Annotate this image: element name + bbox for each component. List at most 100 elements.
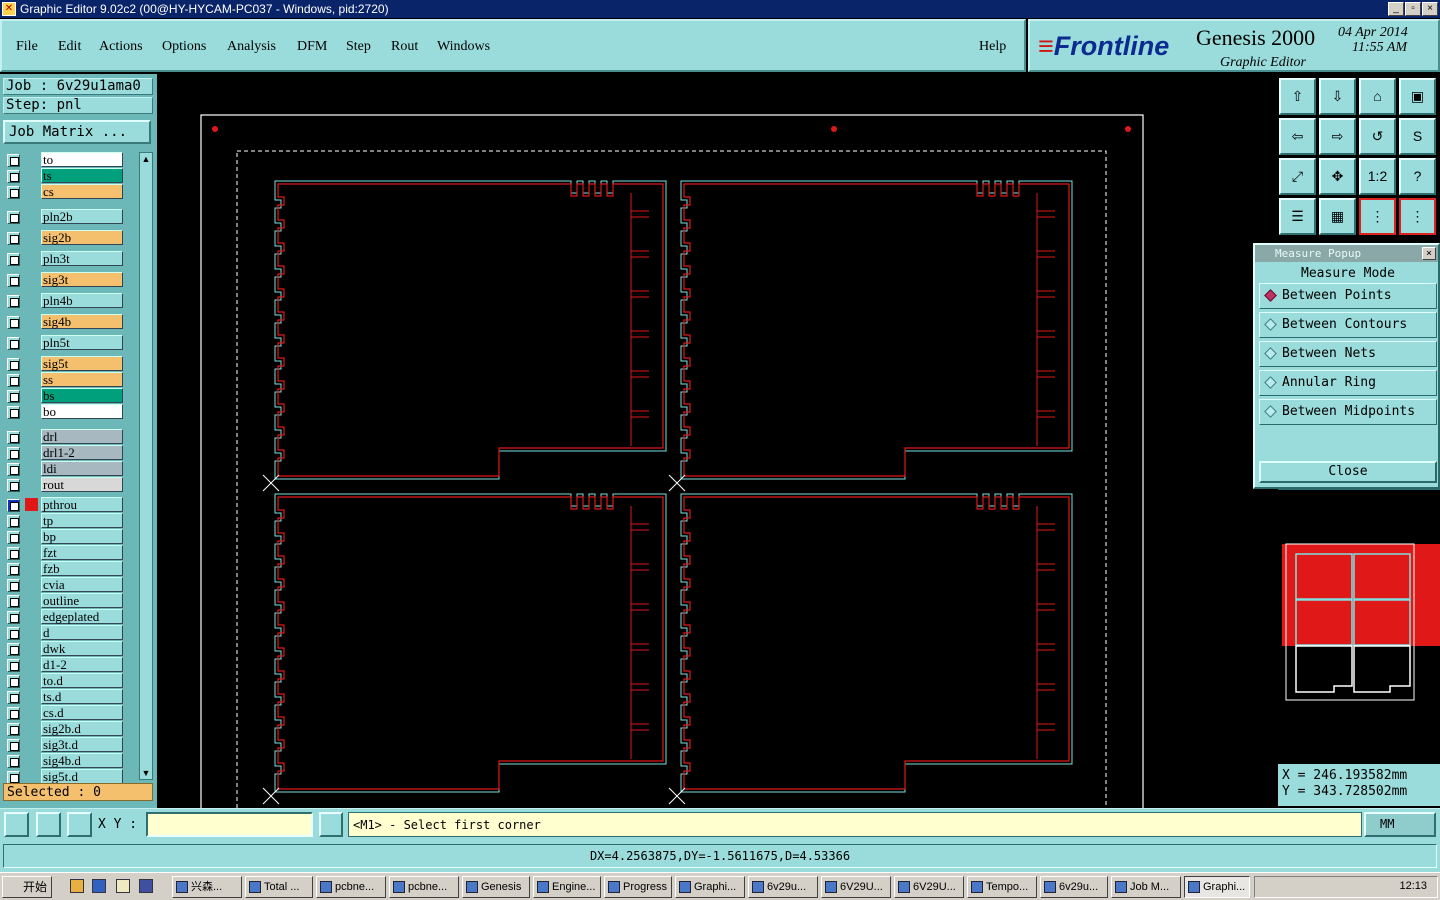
layer-checkbox[interactable]: [7, 170, 20, 183]
measure-icon[interactable]: [36, 812, 61, 837]
layer-row[interactable]: rout: [5, 477, 136, 493]
layer-checkbox[interactable]: [7, 211, 20, 224]
menu-help[interactable]: Help: [979, 39, 1006, 55]
layer-row[interactable]: cvia: [5, 577, 136, 593]
layer-name[interactable]: to: [41, 152, 123, 167]
menu-step[interactable]: Step: [346, 39, 371, 55]
measure-popup-close-icon[interactable]: ×: [1422, 247, 1436, 260]
layer-name[interactable]: drl: [41, 429, 123, 444]
layer-name[interactable]: fzb: [41, 561, 123, 576]
pan-down-icon[interactable]: ⇩: [1319, 78, 1356, 115]
layer-checkbox[interactable]: [7, 274, 20, 287]
panel-drawing[interactable]: [157, 74, 1276, 816]
layer-row[interactable]: fzb: [5, 561, 136, 577]
layer-name[interactable]: to.d: [41, 673, 123, 688]
layer-name[interactable]: ldi: [41, 461, 123, 476]
layer-row[interactable]: cs.d: [5, 705, 136, 721]
taskbar-item[interactable]: Tempo...: [967, 876, 1037, 898]
taskbar-item[interactable]: Total ...: [245, 876, 313, 898]
layer-row[interactable]: ts.d: [5, 689, 136, 705]
taskbar-item[interactable]: pcbne...: [389, 876, 459, 898]
layer-name[interactable]: ss: [41, 372, 123, 387]
layer-checkbox[interactable]: [7, 723, 20, 736]
pan-up-icon[interactable]: ⇧: [1279, 78, 1316, 115]
overview-map[interactable]: [1278, 490, 1440, 710]
menu-windows[interactable]: Windows: [437, 39, 490, 55]
quicklaunch-icon[interactable]: [116, 879, 130, 893]
taskbar-item[interactable]: Genesis: [462, 876, 530, 898]
layer-checkbox[interactable]: [7, 675, 20, 688]
layer-name[interactable]: ts: [41, 168, 123, 183]
measure-option-between-points[interactable]: Between Points: [1259, 283, 1437, 309]
layer-row[interactable]: bo: [5, 404, 136, 420]
menu-actions[interactable]: Actions: [99, 39, 143, 55]
layer-name[interactable]: sig3t: [41, 272, 123, 287]
layer-row[interactable]: fzt: [5, 545, 136, 561]
layer-checkbox[interactable]: [7, 479, 20, 492]
layer-name[interactable]: outline: [41, 593, 123, 608]
measure-option-annular-ring[interactable]: Annular Ring: [1259, 370, 1437, 396]
home-icon[interactable]: ⌂: [1359, 78, 1396, 115]
layer-checkbox[interactable]: [7, 643, 20, 656]
layer-row[interactable]: d1-2: [5, 657, 136, 673]
graphic-canvas[interactable]: [157, 74, 1276, 816]
layer-row[interactable]: edgeplated: [5, 609, 136, 625]
layer-name[interactable]: sig5t.d: [41, 769, 123, 784]
window-zoom-icon[interactable]: ▣: [1399, 78, 1436, 115]
layer-checkbox[interactable]: [7, 316, 20, 329]
layer-name[interactable]: ts.d: [41, 689, 123, 704]
info-icon[interactable]: [319, 812, 343, 837]
layer-name[interactable]: bs: [41, 388, 123, 403]
taskbar-item[interactable]: 6v29u...: [1040, 876, 1108, 898]
layer-name[interactable]: d1-2: [41, 657, 123, 672]
measure-close-button[interactable]: Close: [1259, 461, 1437, 483]
layer-name[interactable]: sig2b.d: [41, 721, 123, 736]
menu-file[interactable]: File: [16, 39, 38, 55]
taskbar-item[interactable]: 6v29u...: [748, 876, 818, 898]
layer-checkbox[interactable]: [7, 406, 20, 419]
taskbar-item[interactable]: 兴森...: [172, 876, 242, 898]
layer-snap-icon[interactable]: ⋮: [1359, 198, 1396, 235]
settings-icon[interactable]: ☰: [1279, 198, 1316, 235]
units-selector[interactable]: MM: [1364, 812, 1436, 837]
layer-name[interactable]: edgeplated: [41, 609, 123, 624]
layer-name[interactable]: sig2b: [41, 230, 123, 245]
layer-name[interactable]: cvia: [41, 577, 123, 592]
layer-name[interactable]: bp: [41, 529, 123, 544]
layer-row[interactable]: drl1-2: [5, 445, 136, 461]
maximize-button[interactable]: ▫: [1405, 2, 1421, 16]
taskbar-item[interactable]: 6V29U...: [894, 876, 964, 898]
zoom-center-icon[interactable]: ✥: [1319, 158, 1356, 195]
layer-checkbox[interactable]: [7, 691, 20, 704]
layer-checkbox[interactable]: [7, 232, 20, 245]
layer-row[interactable]: pln5t: [5, 335, 136, 351]
layer-name[interactable]: sig4b: [41, 314, 123, 329]
help-icon[interactable]: ?: [1399, 158, 1436, 195]
taskbar-item[interactable]: Progress: [604, 876, 672, 898]
layer-row[interactable]: outline: [5, 593, 136, 609]
layer-checkbox[interactable]: [7, 531, 20, 544]
layer-checkbox[interactable]: [7, 447, 20, 460]
layer-name[interactable]: pln4b: [41, 293, 123, 308]
layer-row[interactable]: sig2b: [5, 230, 136, 246]
layer-name[interactable]: bo: [41, 404, 123, 419]
start-button[interactable]: 开始: [2, 876, 52, 898]
job-matrix-button[interactable]: Job Matrix ...: [3, 120, 151, 144]
scroll-up-icon[interactable]: ▲: [141, 154, 151, 164]
layer-checkbox[interactable]: [7, 374, 20, 387]
minimize-button[interactable]: _: [1388, 2, 1404, 16]
layer-name[interactable]: sig3t.d: [41, 737, 123, 752]
layer-row[interactable]: ss: [5, 372, 136, 388]
measure-option-between-contours[interactable]: Between Contours: [1259, 312, 1437, 338]
menu-edit[interactable]: Edit: [58, 39, 81, 55]
redraw-icon[interactable]: S: [1399, 118, 1436, 155]
pan-right-icon[interactable]: ⇨: [1319, 118, 1356, 155]
taskbar-item[interactable]: Engine...: [533, 876, 601, 898]
layer-name[interactable]: cs: [41, 184, 123, 199]
layer-row[interactable]: bp: [5, 529, 136, 545]
layer-name[interactable]: pln3t: [41, 251, 123, 266]
layer-row[interactable]: dwk: [5, 641, 136, 657]
layer-row[interactable]: pln2b: [5, 209, 136, 225]
layer-name[interactable]: sig4b.d: [41, 753, 123, 768]
layer-checkbox[interactable]: [7, 515, 20, 528]
